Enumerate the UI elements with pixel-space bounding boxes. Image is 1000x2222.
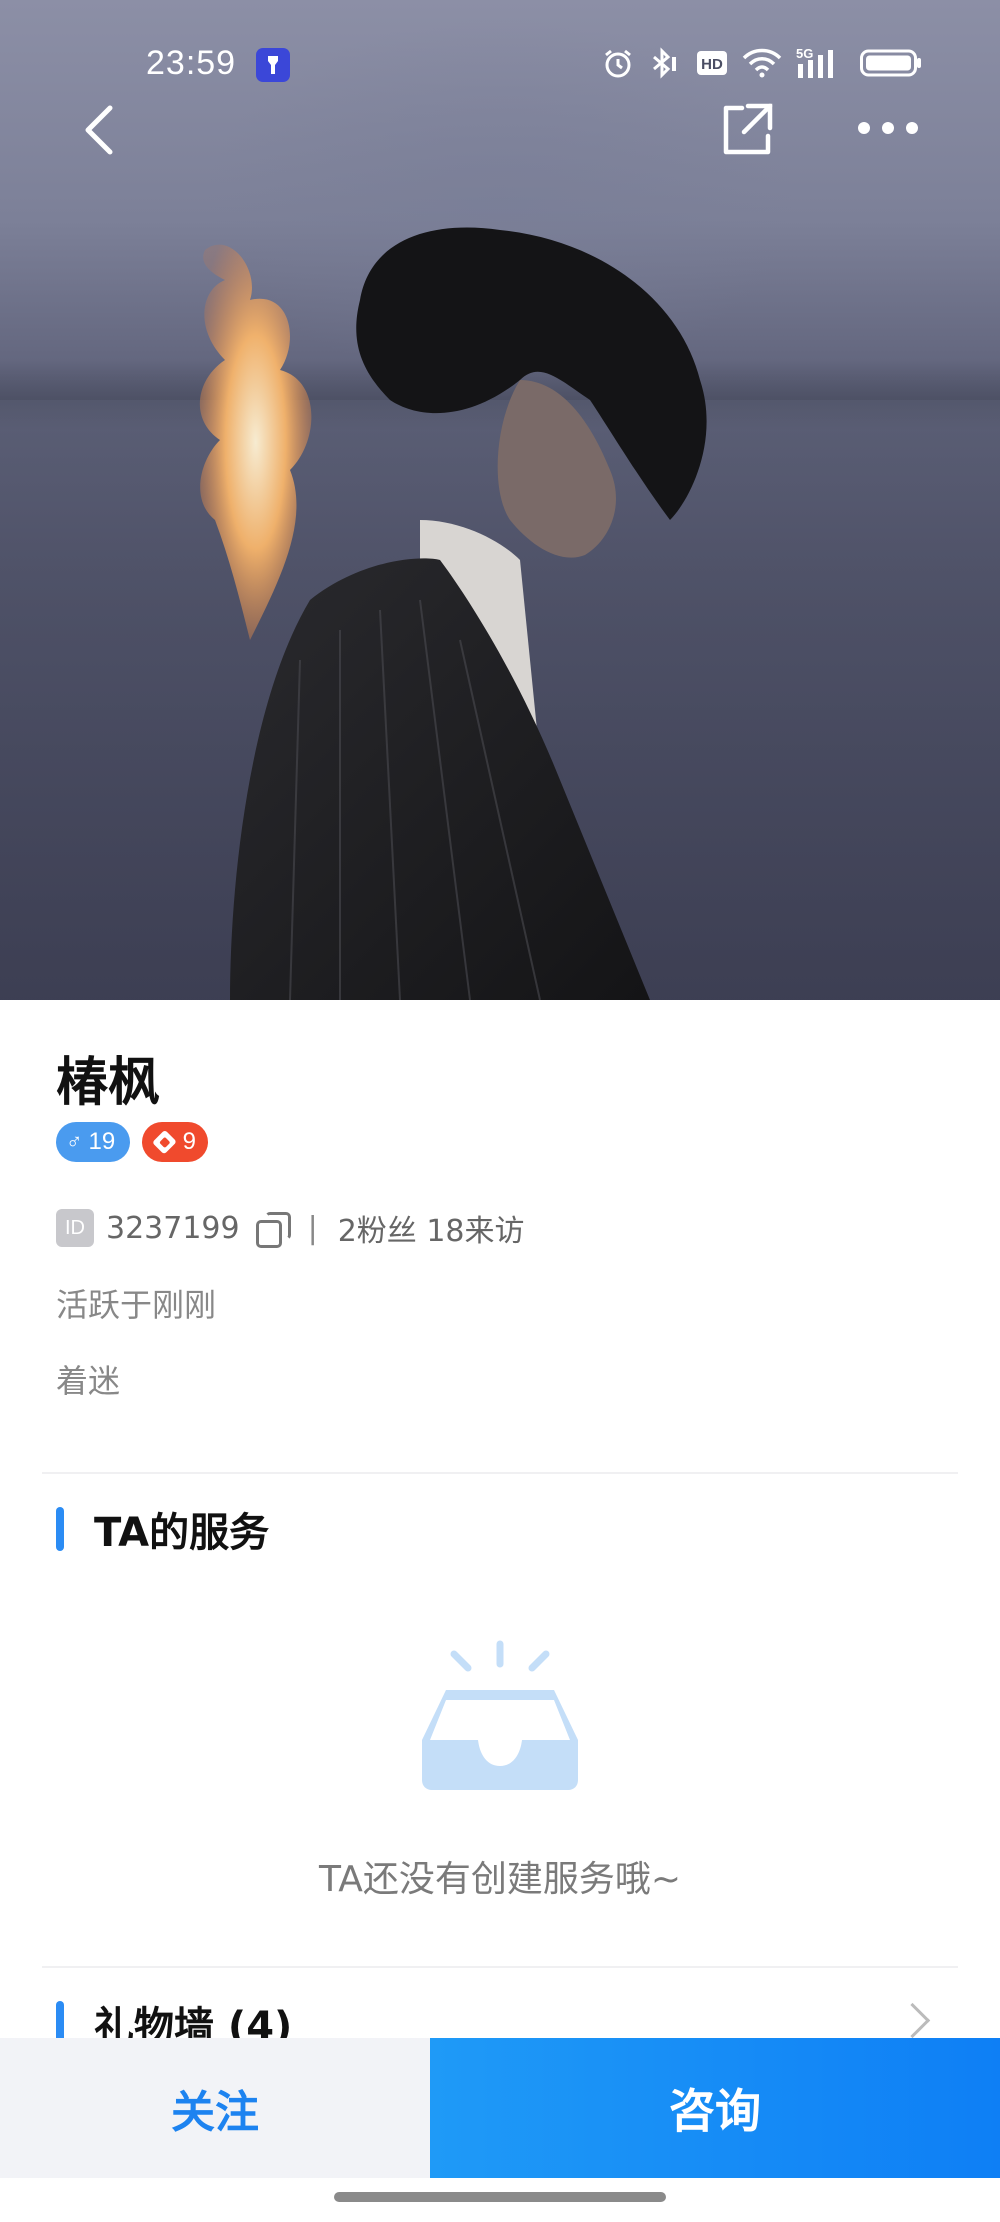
- gender-age-value: 19: [88, 1128, 116, 1155]
- alarm-icon: [602, 47, 634, 84]
- status-bar: 23:59 HD 5G: [0, 40, 1000, 92]
- diamond-icon: [152, 1129, 177, 1155]
- copy-icon[interactable]: [255, 1212, 291, 1248]
- empty-box-icon: [422, 1640, 578, 1790]
- 5g-signal-icon: 5G: [796, 46, 846, 85]
- battery-icon: [860, 49, 922, 82]
- chevron-left-icon: [85, 105, 113, 155]
- flashlight-icon: [256, 48, 290, 82]
- status-time: 23:59: [146, 44, 237, 82]
- gender-icon: ♂: [66, 1129, 83, 1154]
- more-button[interactable]: [856, 108, 920, 148]
- services-title-text: TA的服务: [94, 1510, 270, 1556]
- divider: [42, 1966, 958, 1968]
- separator: |: [307, 1210, 318, 1246]
- photo-figure: [199, 227, 707, 1000]
- active-status: 活跃于刚刚: [56, 1286, 217, 1324]
- services-section-title: TA的服务: [56, 1500, 269, 1558]
- consult-button[interactable]: 咨询: [430, 2038, 1000, 2178]
- id-tag: ID: [56, 1209, 94, 1247]
- share-button[interactable]: [718, 100, 776, 158]
- user-id: 3237199: [106, 1210, 240, 1246]
- services-empty-text: TA还没有创建服务哦~: [319, 1859, 681, 1900]
- back-button[interactable]: [76, 100, 128, 160]
- follower-visitor-stats[interactable]: 2粉丝 18来访: [338, 1206, 525, 1250]
- bluetooth-icon: [648, 47, 682, 84]
- wifi-icon: [742, 48, 782, 83]
- home-indicator[interactable]: [334, 2192, 666, 2202]
- chevron-right-icon[interactable]: [894, 2002, 931, 2039]
- follow-button[interactable]: 关注: [0, 2038, 430, 2178]
- bottom-action-bar: 关注 咨询: [0, 2038, 1000, 2178]
- profile-cover-photo: 23:59 HD 5G: [0, 0, 1000, 1000]
- divider: [42, 1472, 958, 1474]
- level-value: 9: [182, 1128, 196, 1155]
- more-icon: [858, 122, 918, 134]
- profile-bio: 着迷: [56, 1362, 121, 1400]
- id-row: ID 3237199 | 2粉丝 18来访: [56, 1206, 525, 1250]
- profile-name: 椿枫: [56, 1053, 161, 1113]
- level-badge: 9: [142, 1122, 208, 1162]
- section-accent-bar: [56, 1507, 64, 1551]
- share-icon: [723, 103, 773, 155]
- gender-age-badge: ♂ 19: [56, 1122, 130, 1162]
- svg-text:HD: HD: [701, 56, 723, 73]
- svg-text:5G: 5G: [796, 46, 813, 61]
- hd-icon: HD: [696, 50, 728, 81]
